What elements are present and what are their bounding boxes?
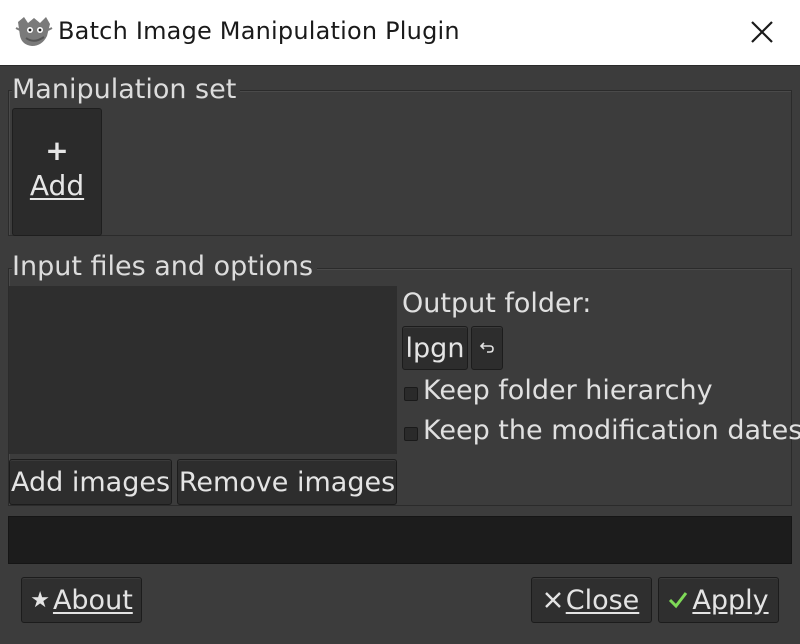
- add-images-label: Add images: [10, 466, 171, 498]
- keep-dates-label: Keep the modification dates: [423, 415, 800, 446]
- window-title: Batch Image Manipulation Plugin: [58, 17, 460, 45]
- keep-hierarchy-checkbox[interactable]: [404, 387, 418, 401]
- add-label: Add: [29, 169, 85, 202]
- close-x-icon: [544, 592, 561, 608]
- reset-folder-button[interactable]: [471, 326, 503, 370]
- plus-icon: +: [45, 134, 69, 167]
- add-manipulation-button[interactable]: + Add: [12, 108, 102, 236]
- output-folder-value: lpgn: [405, 332, 465, 364]
- add-images-button[interactable]: Add images: [9, 459, 172, 505]
- gimp-icon: [15, 17, 53, 46]
- close-icon: [751, 21, 773, 43]
- manipulation-set-label: Manipulation set: [12, 75, 241, 105]
- check-icon: [669, 592, 688, 609]
- output-folder-label: Output folder:: [402, 288, 592, 319]
- apply-button[interactable]: Apply: [658, 577, 779, 623]
- close-button[interactable]: Close: [531, 577, 652, 623]
- close-label: Close: [565, 584, 640, 616]
- remove-images-label: Remove images: [178, 466, 396, 498]
- about-label: About: [52, 584, 133, 616]
- output-folder-chooser[interactable]: lpgn: [402, 326, 468, 370]
- keep-hierarchy-label: Keep folder hierarchy: [423, 375, 713, 406]
- keep-dates-checkbox[interactable]: [404, 427, 418, 441]
- window-close-button[interactable]: [738, 8, 786, 56]
- remove-images-button[interactable]: Remove images: [177, 459, 397, 505]
- dialog-body: Manipulation set + Add Input files and o…: [0, 66, 800, 644]
- input-file-list[interactable]: [9, 286, 397, 454]
- title-bar: Batch Image Manipulation Plugin: [0, 0, 800, 66]
- reset-folder-icon: [479, 342, 494, 353]
- input-files-label: Input files and options: [12, 252, 318, 282]
- apply-label: Apply: [692, 584, 769, 616]
- about-button[interactable]: ★ About: [21, 577, 142, 623]
- star-icon: ★: [30, 587, 50, 613]
- progress-bar: [8, 516, 792, 564]
- manipulation-set-frame: [8, 90, 792, 236]
